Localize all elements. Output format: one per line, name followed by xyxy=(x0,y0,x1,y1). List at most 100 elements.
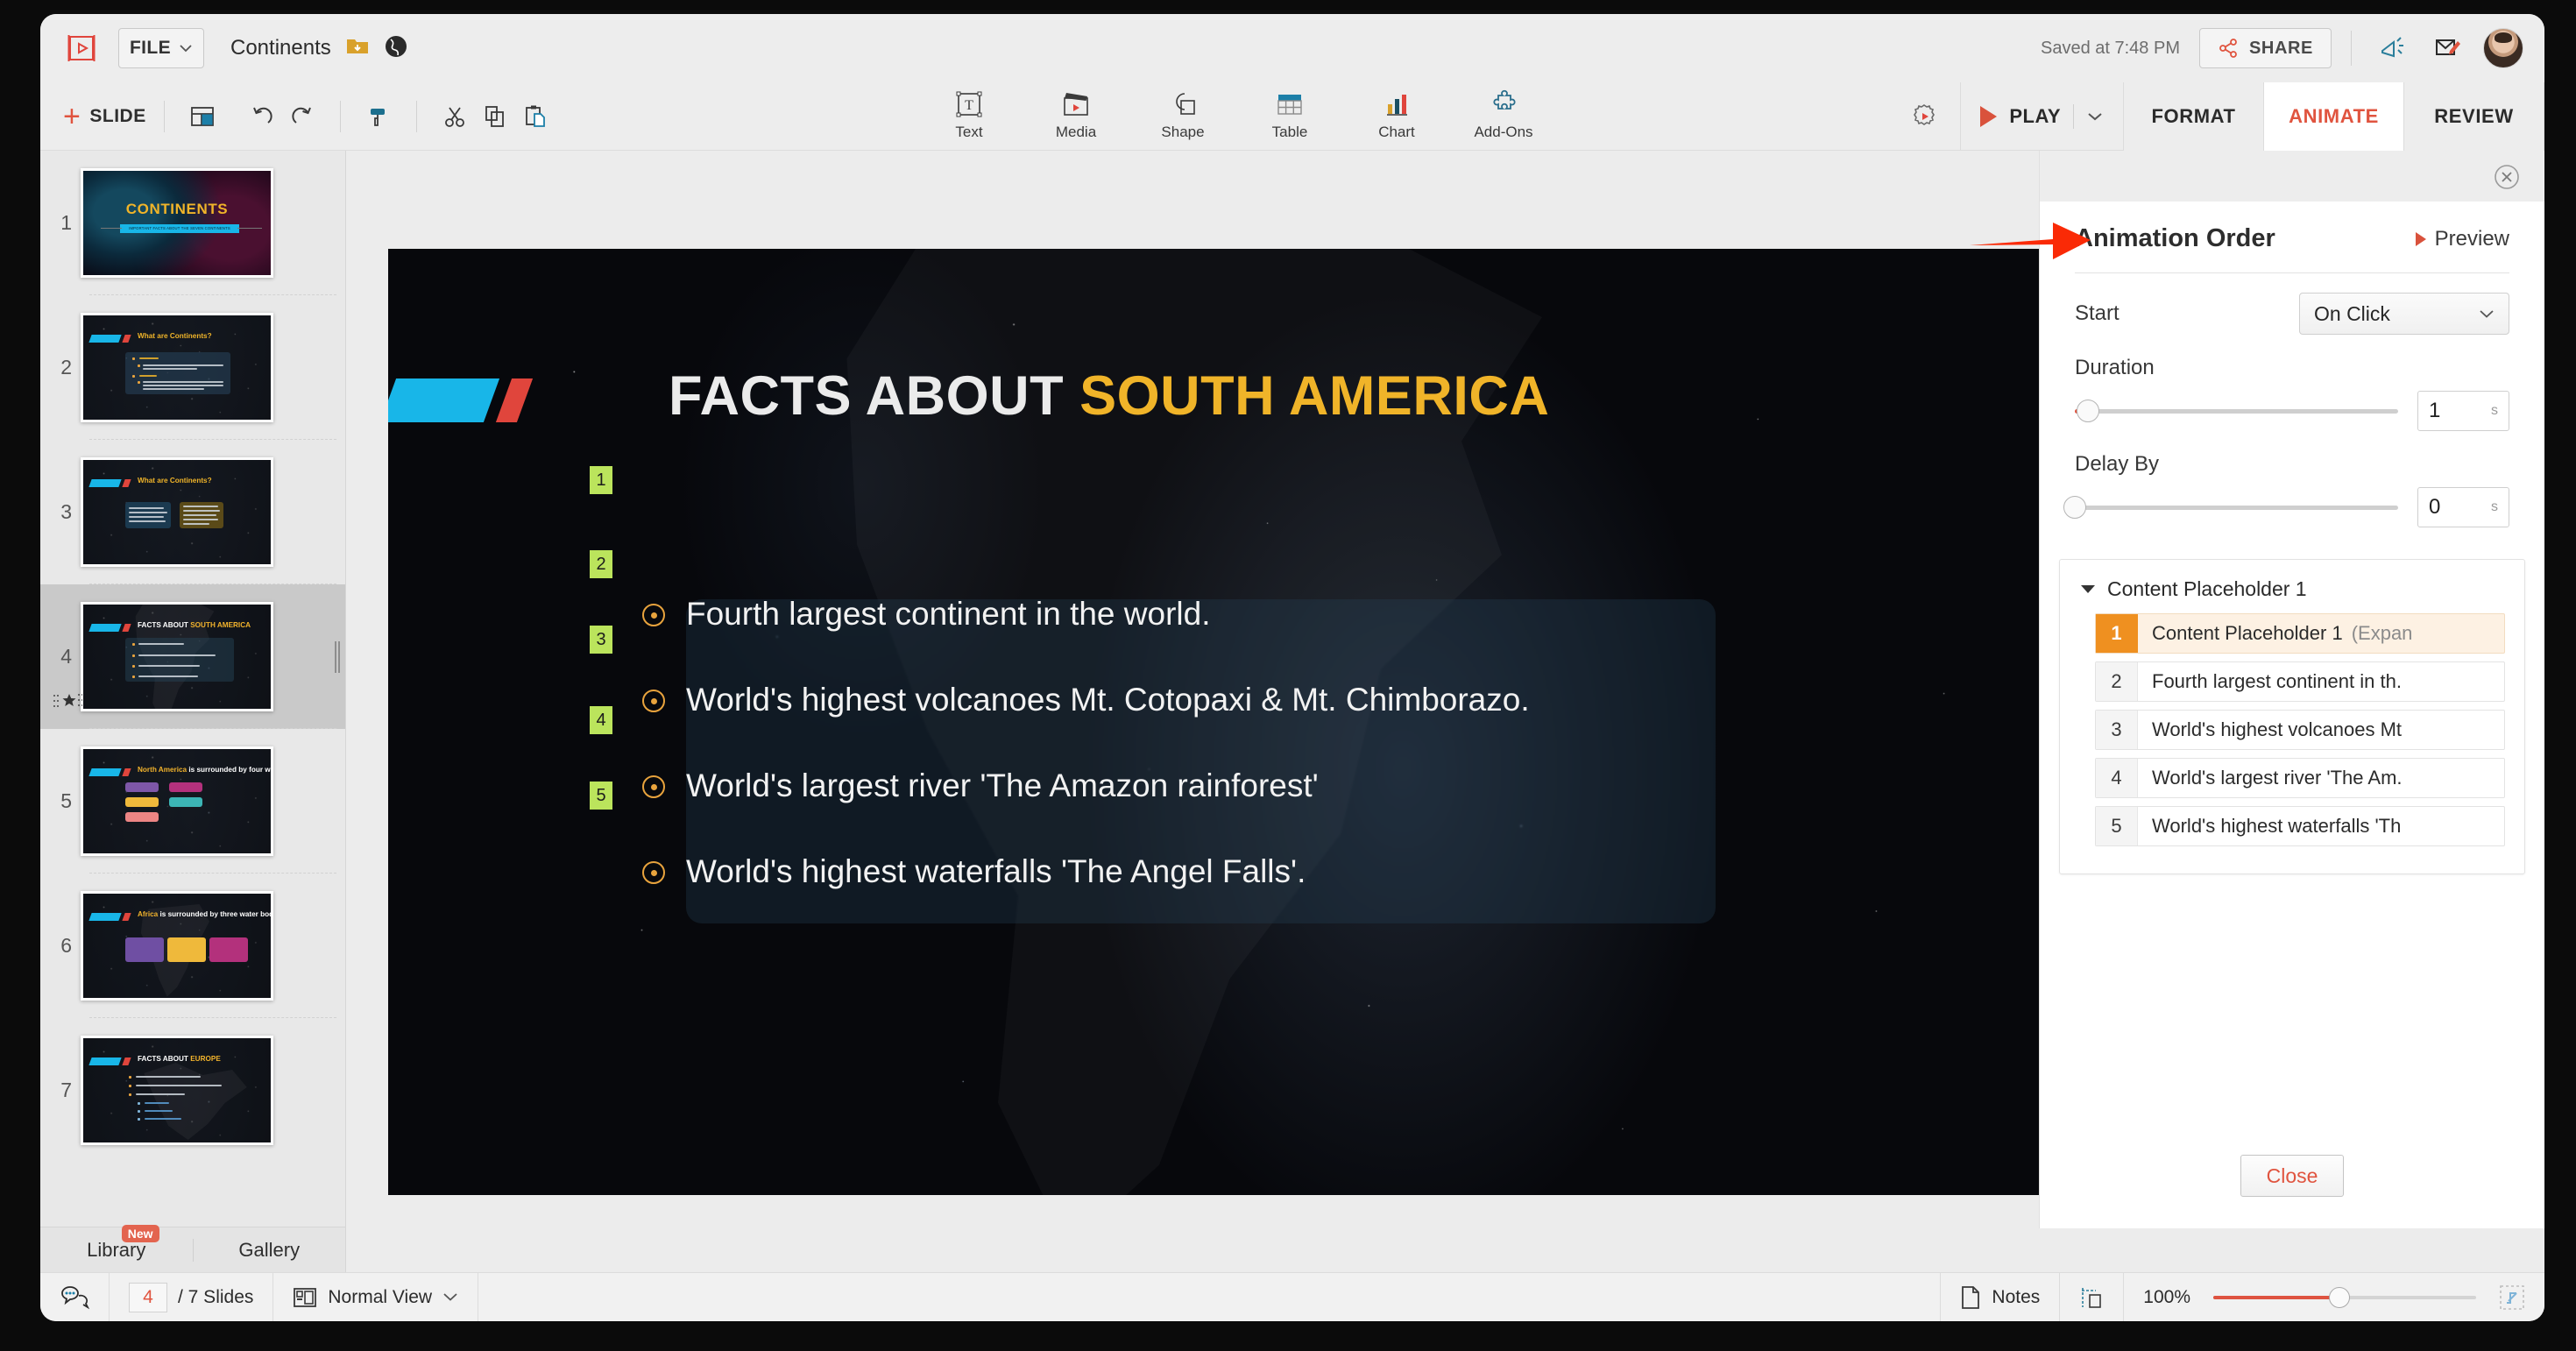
top-bar: FILE Continents Saved at 7:48 PM SHARE xyxy=(40,14,2544,82)
format-painter-icon[interactable] xyxy=(358,96,399,137)
addons-icon xyxy=(1493,89,1516,110)
tab-format[interactable]: FORMAT xyxy=(2124,82,2264,151)
delay-input[interactable]: 0 s xyxy=(2417,487,2509,527)
insert-shape-tool[interactable]: Shape xyxy=(1148,87,1218,141)
animation-item-label: Fourth largest continent in th. xyxy=(2152,670,2402,692)
slide-position-indicator[interactable]: 4 / 7 Slides xyxy=(110,1273,274,1321)
animation-item-label: Content Placeholder 1 (Expan xyxy=(2152,622,2413,644)
animation-item-4[interactable]: 4 World's largest river 'The Am. xyxy=(2095,758,2505,798)
thumbnail-slide-4[interactable]: FACTS ABOUT SOUTH AMERICA xyxy=(81,602,273,711)
zoom-slider-knob[interactable] xyxy=(2329,1286,2350,1308)
fit-to-screen-icon[interactable] xyxy=(2499,1284,2525,1311)
play-options-chevron-icon[interactable] xyxy=(2086,111,2104,122)
app-logo-icon[interactable] xyxy=(64,31,99,66)
current-slide-input[interactable]: 4 xyxy=(129,1282,167,1312)
layout-icon[interactable] xyxy=(182,96,223,137)
thumbnail-slide-3[interactable]: What are Continents? xyxy=(81,457,273,567)
play-button[interactable]: PLAY xyxy=(1961,82,2124,151)
chevron-down-icon[interactable] xyxy=(2081,585,2095,593)
panel-resize-handle[interactable] xyxy=(335,640,340,673)
guides-toggle[interactable] xyxy=(2060,1273,2125,1321)
insert-text-tool[interactable]: T Text xyxy=(934,87,1004,141)
duration-input[interactable]: 1 s xyxy=(2417,391,2509,431)
bullet-point-icon xyxy=(642,775,665,798)
settings-gear-button[interactable] xyxy=(1887,82,1962,151)
thumbnail-row-6[interactable]: 6 Africa is surrounded by three water bo… xyxy=(40,874,345,1018)
slide-editor-canvas[interactable]: FACTS ABOUT SOUTH AMERICA 1 2 3 4 5 Four… xyxy=(388,249,2079,1195)
delay-slider-track[interactable] xyxy=(2063,496,2398,519)
animation-item-2[interactable]: 2 Fourth largest continent in th. xyxy=(2095,661,2505,702)
thumbnail-row-4[interactable]: 4 FACTS ABOUT SOUTH AMERICA xyxy=(40,584,345,729)
thumbnail-slide-2[interactable]: What are Continents? xyxy=(81,313,273,422)
slide-bullet[interactable]: World's largest river 'The Amazon rainfo… xyxy=(642,767,1781,804)
accent-bar-cyan xyxy=(388,378,500,422)
file-menu-label: FILE xyxy=(129,38,172,58)
tab-review[interactable]: REVIEW xyxy=(2404,82,2544,151)
slide-bullet[interactable]: World's highest volcanoes Mt. Cotopaxi &… xyxy=(642,682,1781,718)
thumbnail-row-2[interactable]: 2 What are Continents? xyxy=(40,295,345,440)
tab-gallery[interactable]: Gallery xyxy=(192,1238,346,1262)
slide-bullet[interactable]: Fourth largest continent in the world. xyxy=(642,596,1781,633)
animation-panel: Animation Order Preview Start On Click D… xyxy=(2039,151,2544,1228)
insert-media-tool[interactable]: Media xyxy=(1041,87,1111,141)
close-button-wrap: Close xyxy=(2040,1155,2544,1197)
duration-value: 1 xyxy=(2429,399,2441,422)
share-button[interactable]: SHARE xyxy=(2198,28,2332,68)
zoom-slider-track[interactable] xyxy=(2213,1286,2476,1308)
animation-item-index: 4 xyxy=(2096,759,2138,797)
insert-table-label: Table xyxy=(1271,124,1308,140)
slide-bullet[interactable]: World's highest waterfalls 'The Angel Fa… xyxy=(642,853,1781,890)
file-menu-button[interactable]: FILE xyxy=(118,28,204,68)
add-slide-button[interactable]: + SLIDE xyxy=(63,102,146,131)
feedback-edit-icon[interactable] xyxy=(2427,28,2467,68)
announcements-icon[interactable] xyxy=(2371,28,2411,68)
animation-item-1[interactable]: 1 Content Placeholder 1 (Expan xyxy=(2095,613,2505,654)
thumbnail-title: North America is surrounded by four wate… xyxy=(138,766,271,774)
thumbnail-row-3[interactable]: 3 What are Continents? xyxy=(40,440,345,584)
slide-bullet-text: Fourth largest continent in the world. xyxy=(686,596,1211,632)
tab-library[interactable]: Library New xyxy=(40,1224,193,1262)
slide-thumbnail-panel[interactable]: 1 CONTINENTS IMPORTANT FACTS ABOUT THE S… xyxy=(40,151,346,1228)
close-panel-icon[interactable] xyxy=(2492,162,2522,192)
close-button[interactable]: Close xyxy=(2240,1155,2344,1197)
slide-anim-badge-5: 5 xyxy=(590,782,612,810)
thumbnail-slide-7[interactable]: FACTS ABOUT EUROPE xyxy=(81,1036,273,1145)
start-select[interactable]: On Click xyxy=(2299,293,2509,335)
globe-icon[interactable] xyxy=(384,34,408,63)
animation-item-5[interactable]: 5 World's highest waterfalls 'Th xyxy=(2095,806,2505,846)
thumbnail-slide-1[interactable]: CONTINENTS IMPORTANT FACTS ABOUT THE SEV… xyxy=(81,168,273,278)
insert-chart-tool[interactable]: Chart xyxy=(1362,87,1432,141)
slide-count-label: / 7 Slides xyxy=(178,1286,254,1307)
thumbnail-row-5[interactable]: 5 North America is surrounded by four wa… xyxy=(40,729,345,874)
slide-bullet-text: World's largest river 'The Amazon rainfo… xyxy=(686,767,1319,803)
thumbnail-row-1[interactable]: 1 CONTINENTS IMPORTANT FACTS ABOUT THE S… xyxy=(40,151,345,295)
view-mode-selector[interactable]: Normal View xyxy=(273,1273,479,1321)
zoom-control[interactable]: 100% xyxy=(2124,1273,2544,1321)
copy-icon[interactable] xyxy=(475,96,515,137)
comments-button[interactable] xyxy=(40,1273,110,1321)
duration-slider-track[interactable] xyxy=(2075,400,2398,422)
status-bar: 4 / 7 Slides Normal View Notes 100% xyxy=(40,1272,2544,1321)
undo-icon[interactable] xyxy=(242,96,282,137)
paste-icon[interactable] xyxy=(515,96,556,137)
notes-button[interactable]: Notes xyxy=(1940,1273,2061,1321)
cut-icon[interactable] xyxy=(435,96,475,137)
document-title[interactable]: Continents xyxy=(230,36,331,60)
thumbnail-row-7[interactable]: 7 FACTS ABOUT EUROPE xyxy=(40,1018,345,1163)
thumbnail-slide-6[interactable]: Africa is surrounded by three water bodi… xyxy=(81,891,273,1001)
normal-view-icon xyxy=(294,1287,317,1307)
insert-addons-tool[interactable]: Add-Ons xyxy=(1468,87,1539,141)
thumbnail-slide-5[interactable]: North America is surrounded by four wate… xyxy=(81,746,273,856)
delay-slider-knob[interactable] xyxy=(2063,496,2086,519)
insert-table-tool[interactable]: Table xyxy=(1255,87,1325,141)
duration-slider-knob[interactable] xyxy=(2076,400,2099,422)
user-avatar[interactable] xyxy=(2483,28,2523,68)
animation-group-row[interactable]: Content Placeholder 1 xyxy=(2060,574,2524,613)
animation-item-3[interactable]: 3 World's highest volcanoes Mt xyxy=(2095,710,2505,750)
redo-icon[interactable] xyxy=(282,96,322,137)
preview-button[interactable]: Preview xyxy=(2415,227,2509,251)
move-to-folder-icon[interactable] xyxy=(345,36,370,61)
slide-title[interactable]: FACTS ABOUT SOUTH AMERICA xyxy=(669,364,1549,428)
tab-animate[interactable]: ANIMATE xyxy=(2264,82,2404,151)
duration-block: Duration 1 s xyxy=(2040,356,2544,431)
